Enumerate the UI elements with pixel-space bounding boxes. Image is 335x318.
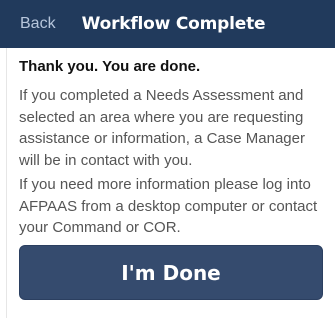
completion-heading: Thank you. You are done. — [19, 58, 201, 75]
back-button[interactable]: Back — [20, 0, 56, 48]
workflow-complete-screen: Back Workflow Complete Thank you. You ar… — [0, 0, 335, 318]
content-panel: Thank you. You are done. If you complete… — [6, 48, 335, 318]
needs-assessment-message: If you completed a Needs Assessment and … — [19, 87, 305, 169]
im-done-button[interactable]: I'm Done — [19, 245, 323, 300]
nav-header: Back Workflow Complete — [0, 0, 335, 48]
more-info-message: If you need more information please log … — [19, 176, 318, 236]
